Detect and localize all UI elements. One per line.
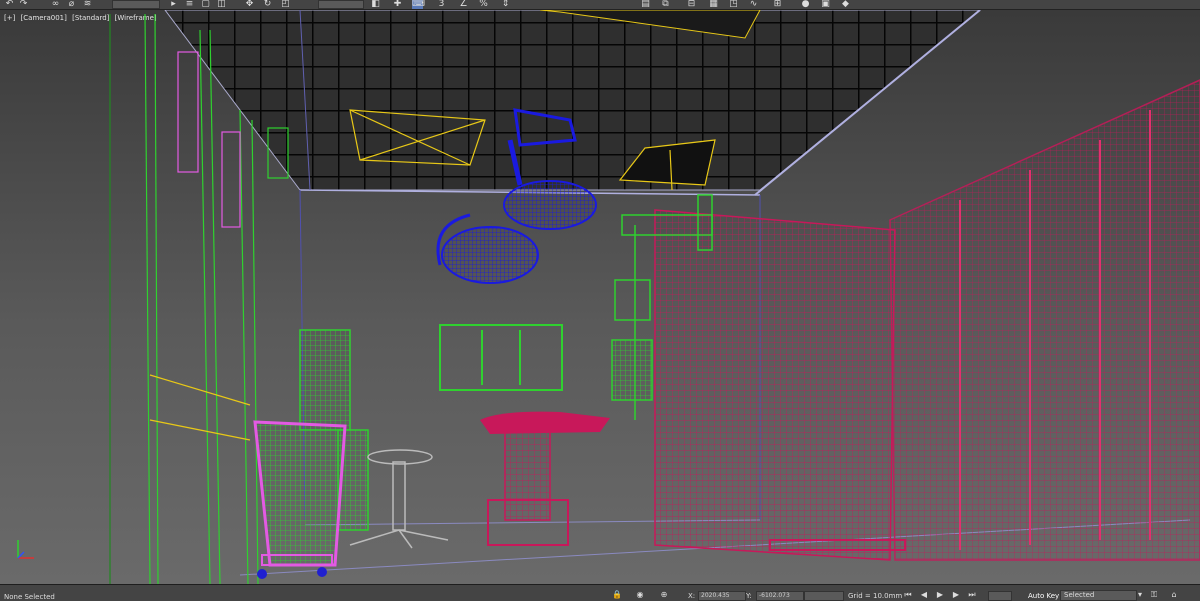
unlink-icon[interactable]: ⌀	[66, 0, 77, 9]
next-frame-icon[interactable]: ▶	[952, 591, 960, 599]
keyboard-shortcut-icon[interactable]: ⌨	[412, 0, 425, 9]
set-key-icon[interactable]: ⚿	[1150, 591, 1158, 599]
operating-table	[480, 411, 610, 546]
bind-icon[interactable]: ≋	[82, 0, 93, 9]
ref-coord-field[interactable]	[318, 0, 364, 9]
absolute-mode-icon[interactable]: ⊕	[660, 591, 668, 599]
select-manipulate-icon[interactable]: ✚	[392, 0, 403, 9]
y-coord-label: Y:	[746, 592, 752, 600]
camera-viewport[interactable]: [+] [Camera001] [Standard] [Wireframe]	[0, 10, 1200, 584]
prev-frame-icon[interactable]: ◀	[920, 591, 928, 599]
percent-snap-icon[interactable]: %	[478, 0, 489, 9]
rect-select-icon[interactable]: ▢	[200, 0, 211, 9]
link-icon[interactable]: ∞	[50, 0, 61, 9]
angle-snap-icon[interactable]: ∠	[458, 0, 469, 9]
status-bar: None Selected 🔒 ◉ ⊕ X: 2020.435 Y: -6102…	[0, 584, 1200, 601]
ceiling-grid	[164, 10, 981, 196]
render-setup-icon[interactable]: ▣	[820, 0, 831, 9]
go-to-start-icon[interactable]: ⏮	[904, 591, 912, 599]
mirror-icon[interactable]: ⧉	[660, 0, 671, 9]
rotate-icon[interactable]: ↻	[262, 0, 273, 9]
x-coord-label: X:	[688, 592, 696, 600]
redo-icon[interactable]: ↷	[18, 0, 29, 9]
main-toolbar: ↶ ↷ ∞ ⌀ ≋ ▸ ≡ ▢ ◫ ✥ ↻ ◰ ◧ ✚ ⌨ 3 ∠ % ⇕ ▤ …	[0, 0, 1200, 10]
move-icon[interactable]: ✥	[244, 0, 255, 9]
isolate-icon[interactable]: ◉	[636, 591, 644, 599]
named-selection-icon[interactable]: ▤	[640, 0, 651, 9]
key-filters-icon[interactable]: ⌂	[1170, 591, 1178, 599]
select-by-name-icon[interactable]: ≡	[184, 0, 195, 9]
window-crossing-icon[interactable]: ◫	[216, 0, 227, 9]
lock-icon[interactable]: 🔒	[612, 591, 622, 599]
wall-monitor	[439, 324, 563, 391]
snap-toggle-icon[interactable]: 3	[436, 0, 447, 9]
align-icon[interactable]: ⊟	[686, 0, 697, 9]
auto-key-button[interactable]: Auto Key	[1028, 592, 1059, 600]
selection-set-dropdown[interactable]: Selected	[1060, 590, 1137, 601]
material-editor-icon[interactable]: ●	[800, 0, 811, 9]
supply-cart	[253, 420, 347, 579]
layer-icon[interactable]: ▦	[708, 0, 719, 9]
select-icon[interactable]: ▸	[168, 0, 179, 9]
render-icon[interactable]: ◆	[840, 0, 851, 9]
undo-icon[interactable]: ↶	[4, 0, 15, 9]
go-to-end-icon[interactable]: ⏭	[968, 591, 976, 599]
curve-editor-icon[interactable]: ∿	[748, 0, 759, 9]
chevron-down-icon[interactable]: ▾	[1136, 591, 1144, 599]
scale-icon[interactable]: ◰	[280, 0, 291, 9]
select-filter-field[interactable]	[112, 0, 160, 9]
spinner-snap-icon[interactable]: ⇕	[500, 0, 511, 9]
pivot-icon[interactable]: ◧	[370, 0, 381, 9]
wireframe-scene	[17, 10, 1200, 584]
axis-gizmo	[17, 540, 34, 559]
scene-explorer-icon[interactable]: ◳	[728, 0, 739, 9]
play-icon[interactable]: ▶	[936, 591, 944, 599]
grid-size-label: Grid = 10.0mm	[848, 592, 903, 600]
schematic-icon[interactable]: ⊞	[772, 0, 783, 9]
